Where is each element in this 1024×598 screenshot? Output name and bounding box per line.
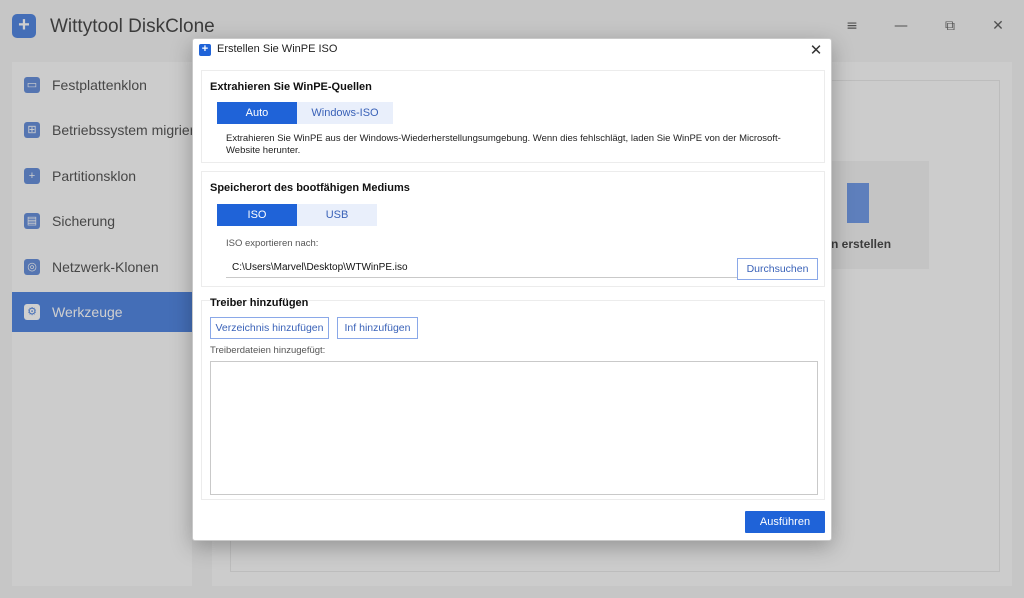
drivers-added-label: Treiberdateien hinzugefügt: <box>210 345 326 356</box>
export-label: ISO exportieren nach: <box>226 238 319 249</box>
source-section: Extrahieren Sie WinPE-Quellen Auto Windo… <box>201 70 825 163</box>
media-heading: Speicherort des bootfähigen Mediums <box>210 182 410 194</box>
drivers-file-list[interactable] <box>210 361 818 495</box>
app-logo-icon: + <box>199 44 211 56</box>
media-option-iso[interactable]: ISO <box>217 204 297 226</box>
dialog-title-bar: + Erstellen Sie WinPE ISO ✕ <box>193 39 831 61</box>
winpe-iso-dialog: + Erstellen Sie WinPE ISO ✕ Extrahieren … <box>192 38 832 541</box>
source-option-auto[interactable]: Auto <box>217 102 297 124</box>
add-inf-button[interactable]: Inf hinzufügen <box>337 317 418 339</box>
add-directory-button[interactable]: Verzeichnis hinzufügen <box>210 317 329 339</box>
media-option-usb[interactable]: USB <box>297 204 377 226</box>
drivers-section: Treiber hinzufügen Verzeichnis hinzufüge… <box>201 297 825 500</box>
source-option-windows-iso[interactable]: Windows-ISO <box>297 102 393 124</box>
dialog-title: Erstellen Sie WinPE ISO <box>217 43 338 55</box>
source-heading: Extrahieren Sie WinPE-Quellen <box>210 81 372 93</box>
browse-button[interactable]: Durchsuchen <box>737 258 818 280</box>
iso-path-field[interactable] <box>226 258 738 278</box>
source-description: Extrahieren Sie WinPE aus der Windows-Wi… <box>226 133 781 156</box>
run-button[interactable]: Ausführen <box>745 511 825 533</box>
media-section: Speicherort des bootfähigen Mediums ISO … <box>201 171 825 287</box>
close-icon[interactable]: ✕ <box>807 40 825 60</box>
drivers-heading: Treiber hinzufügen <box>210 297 309 309</box>
